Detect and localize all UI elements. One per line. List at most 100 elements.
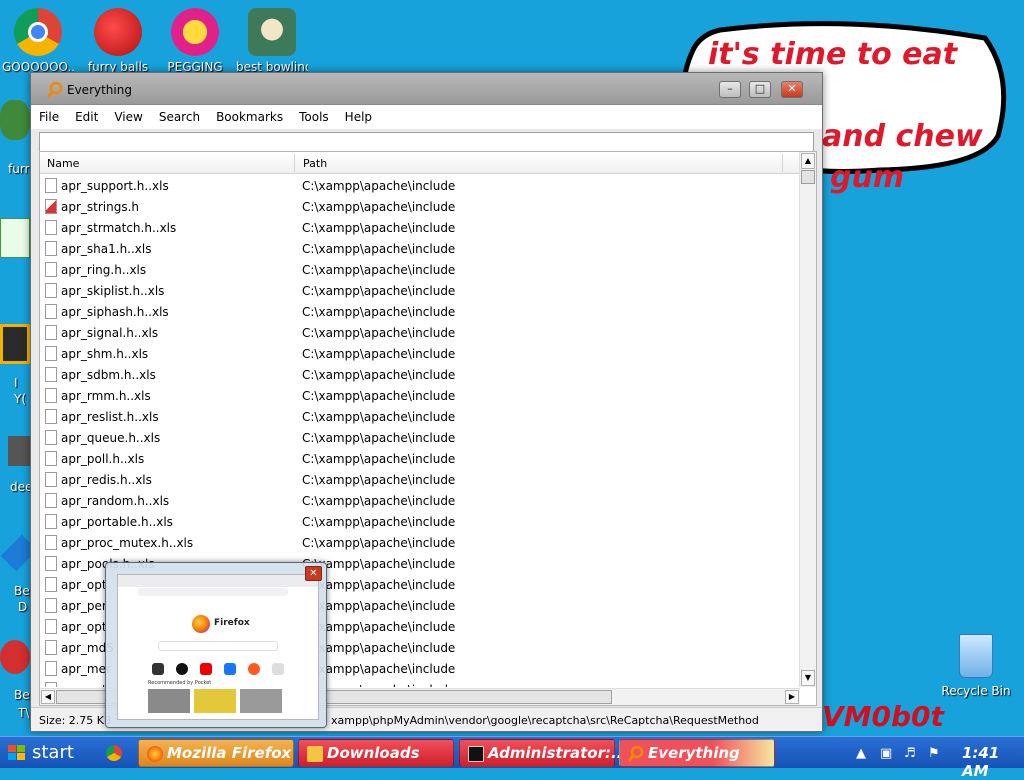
taskbar-chrome[interactable] — [100, 739, 132, 767]
column-path-header[interactable]: Path — [303, 157, 327, 170]
desktop-icon-partial[interactable]: Be D — [0, 534, 38, 614]
scroll-right-arrow[interactable]: ▶ — [785, 690, 799, 704]
result-name: apr_net — [61, 683, 107, 687]
result-path: C:\xampp\apache\include — [302, 410, 456, 424]
document-icon — [45, 577, 57, 592]
scroll-thumb[interactable] — [801, 170, 815, 184]
firefox-thumbnail-preview[interactable]: Firefox Recommended by Pocket ✕ — [105, 562, 327, 728]
result-row[interactable]: apr_poll.h..xls C:\xampp\apache\include — [40, 448, 800, 469]
minimize-button[interactable]: – — [719, 81, 741, 98]
menu-bookmarks[interactable]: Bookmarks — [216, 110, 283, 124]
taskbar-administrator[interactable]: Administrator:... — [459, 739, 628, 767]
desktop-icon-partial[interactable]: Be T\ — [0, 640, 34, 720]
result-path: C:\xampp\apache\include — [302, 347, 456, 361]
menu-bar: File Edit View Search Bookmarks Tools He… — [31, 105, 822, 129]
title-bar[interactable]: Everything – □ ✕ — [31, 73, 822, 105]
document-icon — [45, 682, 57, 687]
desktop-icon-label: Be — [14, 584, 30, 598]
vertical-scrollbar[interactable]: ▲ ▼ — [799, 152, 816, 687]
result-row[interactable]: apr_sdbm.h..xls C:\xampp\apache\include — [40, 364, 800, 385]
result-name: apr_strings.h — [61, 200, 140, 214]
result-name: apr_sha1.h..xls — [61, 242, 152, 256]
volume-icon[interactable]: ♬ — [904, 746, 916, 761]
scroll-down-arrow[interactable]: ▼ — [801, 670, 815, 686]
result-row[interactable]: apr_shm.h..xls C:\xampp\apache\include — [40, 343, 800, 364]
result-path: C:\xampp\apache\include — [302, 263, 456, 277]
menu-tools[interactable]: Tools — [299, 110, 329, 124]
close-button[interactable]: ✕ — [781, 81, 803, 98]
desktop-icon-label: T\ — [18, 706, 30, 720]
result-row[interactable]: apr_portable.h..xls C:\xampp\apache\inclu… — [40, 511, 800, 532]
chrome-icon — [106, 745, 122, 761]
desktop-icon-partial[interactable] — [0, 218, 34, 258]
menu-help[interactable]: Help — [345, 110, 372, 124]
desktop-icon-chrome[interactable]: GOOOOOO... — [2, 8, 74, 74]
header-file-icon — [45, 199, 57, 214]
result-row[interactable]: apr_ring.h..xls C:\xampp\apache\include — [40, 259, 800, 280]
document-icon — [45, 661, 57, 676]
scroll-left-arrow[interactable]: ◀ — [41, 690, 55, 704]
result-path: C:\xampp\apache\include — [302, 284, 456, 298]
result-row[interactable]: apr_random.h..xls C:\xampp\apache\include — [40, 490, 800, 511]
document-icon — [45, 472, 57, 487]
result-row[interactable]: apr_skiplist.h..xls C:\xampp\apache\inclu… — [40, 280, 800, 301]
desktop-icon-partial[interactable]: dee — [0, 436, 34, 494]
desktop-icon-label: Be — [14, 688, 30, 702]
result-row[interactable]: apr_proc_mutex.h..xls C:\xampp\apache\inc… — [40, 532, 800, 553]
result-row[interactable]: apr_support.h..xls C:\xampp\apache\includ… — [40, 175, 800, 196]
document-icon — [45, 388, 57, 403]
shortcut-icon — [248, 663, 260, 675]
search-icon — [628, 746, 644, 762]
column-name-header[interactable]: Name — [47, 157, 79, 170]
search-icon — [47, 82, 63, 98]
menu-edit[interactable]: Edit — [75, 110, 98, 124]
desktop-icon-partial[interactable]: I Y( — [0, 324, 34, 406]
taskbar-everything[interactable]: Everything — [619, 739, 775, 767]
flag-notification-icon[interactable]: ⚑ — [928, 746, 940, 761]
column-header: Name Path — [40, 152, 816, 174]
show-hidden-icons-arrow[interactable]: ▲ — [856, 746, 866, 761]
desktop-icon-best-bowling[interactable]: best bowling — [236, 8, 308, 74]
result-row[interactable]: apr_reslist.h..xls C:\xampp\apache\includ… — [40, 406, 800, 427]
desktop-icon-pegging[interactable]: PEGGING — [159, 8, 231, 74]
status-size: Size: 2.75 KB — [39, 714, 112, 727]
story-thumbnail — [194, 689, 236, 713]
maximize-button[interactable]: □ — [749, 81, 771, 98]
document-icon — [45, 598, 57, 613]
desktop-icon-recycle-bin[interactable]: Recycle Bin — [938, 634, 1014, 698]
taskbar-downloads[interactable]: Downloads — [298, 739, 454, 767]
network-icon[interactable]: ▣ — [880, 746, 892, 761]
result-row[interactable]: apr_signal.h..xls C:\xampp\apache\include — [40, 322, 800, 343]
menu-view[interactable]: View — [114, 110, 142, 124]
taskbar-firefox[interactable]: Mozilla Firefox — [138, 739, 294, 767]
column-divider[interactable] — [294, 154, 295, 172]
document-icon — [45, 325, 57, 340]
result-path: C:\xampp\apache\include — [302, 326, 456, 340]
desktop-icon-furry-balls[interactable]: furry balls — [82, 8, 154, 74]
menu-search[interactable]: Search — [159, 110, 200, 124]
system-tray: ▲ ▣ ♬ ⚑ 1:41 AM — [854, 737, 1024, 780]
document-icon — [45, 178, 57, 193]
shortcut-icon — [176, 663, 188, 675]
result-row[interactable]: apr_queue.h..xls C:\xampp\apache\include — [40, 427, 800, 448]
result-path: C:\xampp\apache\include — [302, 536, 456, 550]
result-path: C:\xampp\apache\include — [302, 515, 456, 529]
preview-close-button[interactable]: ✕ — [305, 566, 322, 581]
result-row[interactable]: apr_redis.h..xls C:\xampp\apache\include — [40, 469, 800, 490]
pocket-section-label: Recommended by Pocket — [148, 680, 212, 686]
scroll-up-arrow[interactable]: ▲ — [801, 153, 815, 169]
result-row[interactable]: apr_siphash.h..xls C:\xampp\apache\includ… — [40, 301, 800, 322]
result-row[interactable]: apr_rmm.h..xls C:\xampp\apache\include — [40, 385, 800, 406]
result-name: apr_support.h..xls — [61, 179, 169, 193]
result-row[interactable]: apr_strmatch.h..xls C:\xampp\apache\inclu… — [40, 217, 800, 238]
clock[interactable]: 1:41 AM — [962, 744, 1024, 780]
document-icon — [45, 514, 57, 529]
menu-file[interactable]: File — [39, 110, 59, 124]
document-icon — [45, 241, 57, 256]
start-button[interactable]: start — [0, 737, 84, 769]
result-row[interactable]: apr_sha1.h..xls C:\xampp\apache\include — [40, 238, 800, 259]
result-row[interactable]: apr_strings.h C:\xampp\apache\include — [40, 196, 800, 217]
document-icon — [45, 493, 57, 508]
column-divider[interactable] — [782, 154, 783, 172]
desktop-icon-partial[interactable]: furr — [0, 100, 34, 176]
